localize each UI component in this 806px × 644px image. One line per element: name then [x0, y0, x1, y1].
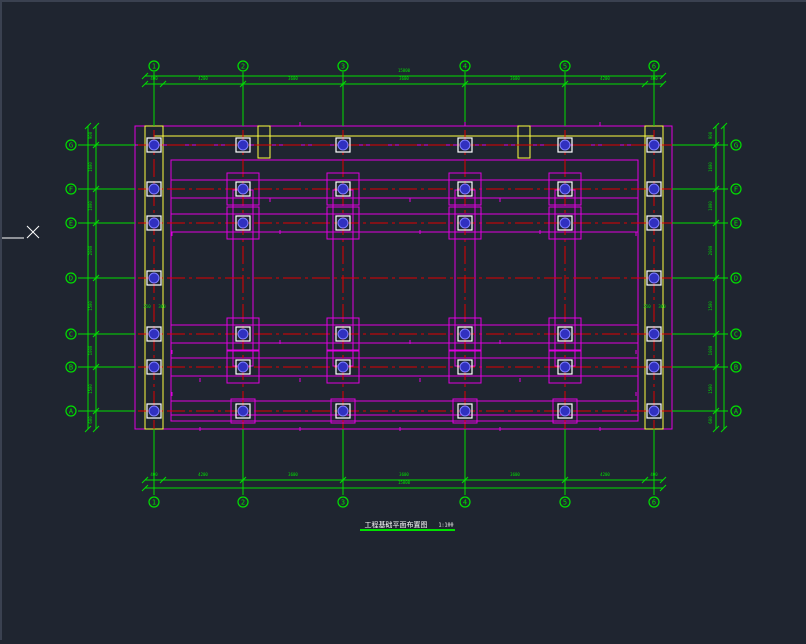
viewport-border [0, 0, 806, 640]
cad-canvas[interactable]: 400 4200 3600 3600 3600 4200 400 15800 400 4200 36… [0, 0, 806, 640]
